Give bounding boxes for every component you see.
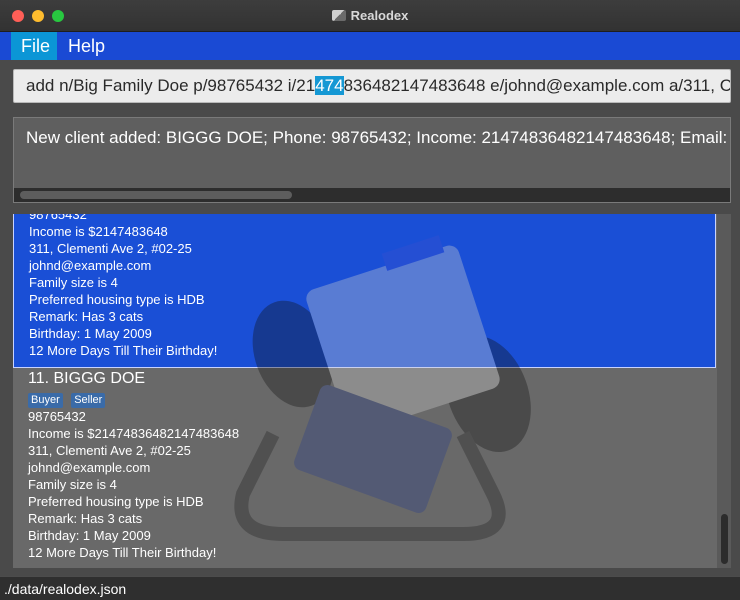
command-text-after: 836482147483648 e/johnd@example.com a/31… bbox=[343, 76, 731, 95]
menu-file[interactable]: File bbox=[11, 32, 57, 60]
data-file-path: ./data/realodex.json bbox=[4, 581, 127, 597]
client-family-size: Family size is 4 bbox=[28, 477, 117, 492]
tag-seller: Seller bbox=[71, 393, 106, 408]
client-birthday-countdown: 12 More Days Till Their Birthday! bbox=[29, 343, 218, 358]
client-list-scroll-thumb[interactable] bbox=[721, 514, 728, 564]
client-card[interactable]: 11. BIGGG DOE Buyer Seller 98765432 Inco… bbox=[13, 368, 716, 568]
title-bar: Realodex bbox=[0, 0, 740, 32]
command-text-selected: 474 bbox=[315, 76, 344, 95]
client-email: johnd@example.com bbox=[28, 460, 151, 475]
command-area: add n/Big Family Doe p/98765432 i/214748… bbox=[0, 60, 740, 112]
client-housing-type: Preferred housing type is HDB bbox=[28, 494, 204, 509]
client-list-vertical-scrollbar[interactable] bbox=[717, 214, 731, 568]
client-address: 311, Clementi Ave 2, #02-25 bbox=[29, 241, 192, 256]
command-input[interactable]: add n/Big Family Doe p/98765432 i/214748… bbox=[13, 69, 731, 103]
tag-buyer: Buyer bbox=[28, 393, 63, 408]
client-phone: 98765432 bbox=[28, 409, 86, 424]
result-area: New client added: BIGGG DOE; Phone: 9876… bbox=[0, 112, 740, 208]
menu-bar: File Help bbox=[0, 32, 740, 60]
status-bar: ./data/realodex.json bbox=[0, 576, 740, 600]
result-horizontal-scrollbar[interactable] bbox=[14, 188, 730, 202]
client-income: Income is $2147483648214748364​8 bbox=[28, 426, 240, 441]
client-card-selected[interactable]: 98765432 Income is $2147483648 311, Clem… bbox=[13, 214, 716, 368]
client-email: johnd@example.com bbox=[29, 258, 152, 273]
result-message: New client added: BIGGG DOE; Phone: 9876… bbox=[26, 128, 730, 147]
client-name: 11. BIGGG DOE bbox=[28, 370, 146, 387]
client-list-area: 98765432 Income is $2147483648 311, Clem… bbox=[0, 208, 740, 576]
client-address: 311, Clementi Ave 2, #02-25 bbox=[28, 443, 191, 458]
result-scroll-thumb[interactable] bbox=[20, 191, 292, 199]
command-text-before: add n/Big Family Doe p/98765432 i/21 bbox=[26, 76, 316, 95]
client-phone: 98765432 bbox=[29, 214, 87, 222]
client-remark: Remark: Has 3 cats bbox=[28, 511, 143, 526]
client-housing-type: Preferred housing type is HDB bbox=[29, 292, 205, 307]
result-display[interactable]: New client added: BIGGG DOE; Phone: 9876… bbox=[13, 117, 731, 203]
client-birthday-countdown: 12 More Days Till Their Birthday! bbox=[28, 545, 217, 560]
client-birthday: Birthday: 1 May 2009 bbox=[29, 326, 152, 341]
window-title: Realodex bbox=[350, 8, 409, 23]
client-family-size: Family size is 4 bbox=[29, 275, 118, 290]
window-title-area: Realodex bbox=[0, 0, 740, 32]
client-birthday: Birthday: 1 May 2009 bbox=[28, 528, 151, 543]
client-income: Income is $2147483648 bbox=[29, 224, 168, 239]
rolodex-icon bbox=[331, 10, 346, 21]
client-list[interactable]: 98765432 Income is $2147483648 311, Clem… bbox=[13, 214, 731, 568]
menu-help[interactable]: Help bbox=[58, 32, 115, 60]
client-tags: Buyer Seller bbox=[28, 390, 716, 408]
client-remark: Remark: Has 3 cats bbox=[29, 309, 144, 324]
